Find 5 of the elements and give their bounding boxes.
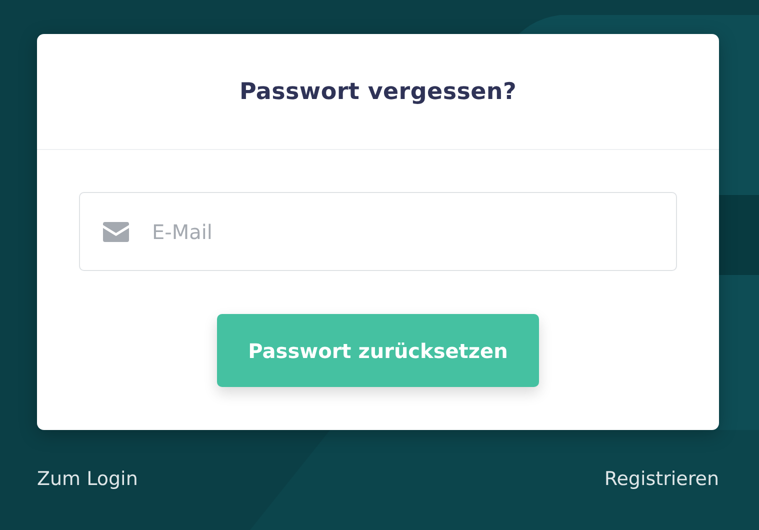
dialog-title: Passwort vergessen? [239, 78, 517, 104]
register-link[interactable]: Registrieren [604, 468, 719, 490]
login-link[interactable]: Zum Login [37, 468, 138, 490]
email-field[interactable]: E-Mail [79, 192, 677, 271]
envelope-icon [103, 222, 129, 242]
